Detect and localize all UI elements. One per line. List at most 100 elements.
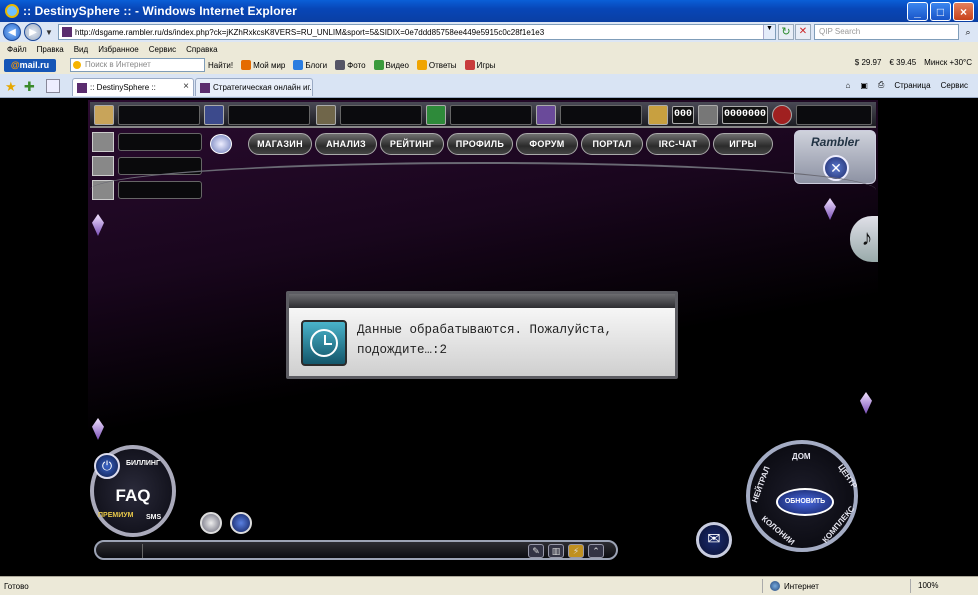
site-favicon-icon xyxy=(62,27,72,37)
book-icon[interactable]: ▥ xyxy=(548,544,564,558)
mailru-myworld[interactable]: Мой мир xyxy=(241,60,285,70)
mailru-video[interactable]: Видео xyxy=(373,60,409,70)
address-text: http://dsgame.rambler.ru/ds/index.php?ck… xyxy=(75,27,545,37)
close-tab-icon[interactable]: × xyxy=(183,81,189,92)
document-icon[interactable] xyxy=(210,134,232,154)
history-dropdown-icon[interactable]: ▼ xyxy=(45,28,53,37)
rambler-logo: Rambler xyxy=(810,135,860,149)
mailru-logo[interactable]: @ mail.ru xyxy=(4,58,56,72)
refresh-icon[interactable]: ↻ xyxy=(778,24,794,40)
nav-irc-chat[interactable]: IRC-ЧАТ xyxy=(646,133,710,155)
maximize-button[interactable]: □ xyxy=(930,2,951,21)
character-icon xyxy=(92,156,114,176)
nav-analysis[interactable]: АНАЛИЗ xyxy=(315,133,377,155)
menu-favorites[interactable]: Избранное xyxy=(98,45,139,54)
zoom-level[interactable]: 100% xyxy=(918,581,938,590)
forward-icon[interactable]: ▶ xyxy=(24,23,42,41)
home-icon[interactable]: ⌂ xyxy=(846,81,851,90)
mailru-search-input[interactable]: Поиск в Интернет xyxy=(70,58,205,72)
mailru-blogs[interactable]: Блоги xyxy=(293,60,327,70)
close-button[interactable]: × xyxy=(953,2,974,21)
print-icon[interactable]: ⎙ xyxy=(878,80,884,90)
counter-a: 000 xyxy=(672,106,694,124)
mailru-games[interactable]: Игры xyxy=(464,60,495,70)
faq-button[interactable]: FAQ xyxy=(106,478,160,514)
expand-icon[interactable]: ⌃ xyxy=(588,544,604,558)
usd-rate[interactable]: $ 29.97 xyxy=(855,58,882,67)
search-icon[interactable]: ⌕ xyxy=(961,24,975,40)
eur-rate[interactable]: € 39.45 xyxy=(889,58,916,67)
menu-tools[interactable]: Сервис xyxy=(149,45,176,54)
stop-icon[interactable]: ✕ xyxy=(795,24,811,40)
dialog-header xyxy=(289,294,675,308)
games-icon xyxy=(464,60,475,70)
game-frame[interactable]: 000 0000000 МАГАЗИН АНАЛИЗ РЕЙТИНГ ПРОФИ… xyxy=(88,100,878,570)
security-zone[interactable]: Интернет xyxy=(770,581,819,591)
crystal-decoration xyxy=(92,418,104,440)
flash-icon[interactable]: ⚡ xyxy=(568,544,584,558)
feeds-icon[interactable]: ▣ xyxy=(860,81,868,90)
answers-icon xyxy=(416,60,427,70)
credits-icon xyxy=(698,105,718,125)
tab-bar: ★ ✚ :: DestinySphere :: × Стратегическая… xyxy=(0,74,978,98)
resource-icon-1 xyxy=(94,105,114,125)
sms-label[interactable]: SMS xyxy=(146,514,161,521)
quick-tabs-icon[interactable] xyxy=(46,79,60,93)
settings-icon[interactable] xyxy=(230,512,252,534)
weather[interactable]: Минск +30°C xyxy=(924,58,972,67)
page-menu[interactable]: Страница xyxy=(894,81,930,90)
favorites-star-icon[interactable]: ★ xyxy=(5,79,17,95)
nav-portal[interactable]: ПОРТАЛ xyxy=(581,133,643,155)
nav-forum[interactable]: ФОРУМ xyxy=(516,133,578,155)
nav-rating[interactable]: РЕЙТИНГ xyxy=(380,133,444,155)
menu-help[interactable]: Справка xyxy=(186,45,217,54)
character-icon xyxy=(92,132,114,152)
mailru-answers[interactable]: Ответы xyxy=(416,60,457,70)
refresh-button[interactable]: ОБНОВИТЬ xyxy=(776,488,834,516)
myworld-icon xyxy=(241,60,252,70)
gold-icon xyxy=(648,105,668,125)
chat-bar[interactable]: ✎ ▥ ⚡ ⌃ xyxy=(94,540,618,560)
site-favicon-icon xyxy=(77,82,87,93)
back-icon[interactable]: ◀ xyxy=(3,23,21,41)
pen-icon[interactable]: ✎ xyxy=(528,544,544,558)
dialog-message: Данные обрабатываются. Пожалуйста, подож… xyxy=(357,323,613,357)
nav-profile[interactable]: ПРОФИЛЬ xyxy=(447,133,513,155)
tab-destinysphere[interactable]: :: DestinySphere :: × xyxy=(72,78,194,96)
menu-file[interactable]: Файл xyxy=(7,45,27,54)
nav-games[interactable]: ИГРЫ xyxy=(713,133,773,155)
menu-view[interactable]: Вид xyxy=(74,45,88,54)
wheel-home[interactable]: ДОМ xyxy=(792,452,811,461)
profile-slot-1[interactable] xyxy=(92,132,202,152)
power-icon[interactable]: ⏻ xyxy=(94,453,120,479)
video-icon xyxy=(373,60,384,70)
billing-label[interactable]: БИЛЛИНГ xyxy=(126,460,160,467)
window-titlebar: :: DestinySphere :: - Windows Internet E… xyxy=(0,0,978,22)
nav-shop[interactable]: МАГАЗИН xyxy=(248,133,312,155)
status-text: Готово xyxy=(4,581,29,591)
mailru-photo[interactable]: Фото xyxy=(335,60,366,70)
resource-slot-3 xyxy=(340,105,422,125)
clock-icon xyxy=(301,320,347,366)
address-dropdown-icon[interactable]: ▼ xyxy=(763,25,775,39)
minimize-button[interactable]: _ xyxy=(907,2,928,21)
alert-icon[interactable] xyxy=(772,105,792,125)
mailru-find-button[interactable]: Найти! xyxy=(208,61,233,70)
window-controls: _ □ × xyxy=(907,2,974,21)
currency-weather: $ 29.97 € 39.45 Минск +30°C xyxy=(855,58,972,67)
frame-arc xyxy=(90,162,876,232)
premium-label[interactable]: ПРЕМИУМ xyxy=(98,512,133,519)
tab-strategy-game[interactable]: Стратегическая онлайн иг... xyxy=(195,78,313,96)
qip-search-input[interactable]: QIP Search xyxy=(814,24,959,40)
lock-icon[interactable] xyxy=(200,512,222,534)
address-input[interactable]: http://dsgame.rambler.ru/ds/index.php?ck… xyxy=(58,24,776,40)
tools-menu[interactable]: Сервис xyxy=(941,81,968,90)
add-favorite-icon[interactable]: ✚ xyxy=(24,79,35,95)
menu-edit[interactable]: Правка xyxy=(37,45,64,54)
site-favicon-icon xyxy=(200,82,210,93)
resource-icon-5 xyxy=(536,105,556,125)
globe-icon xyxy=(770,581,780,591)
music-icon[interactable]: ♪ xyxy=(850,216,878,262)
resource-slot-5 xyxy=(560,105,642,125)
mail-icon[interactable]: ✉ xyxy=(696,522,732,558)
